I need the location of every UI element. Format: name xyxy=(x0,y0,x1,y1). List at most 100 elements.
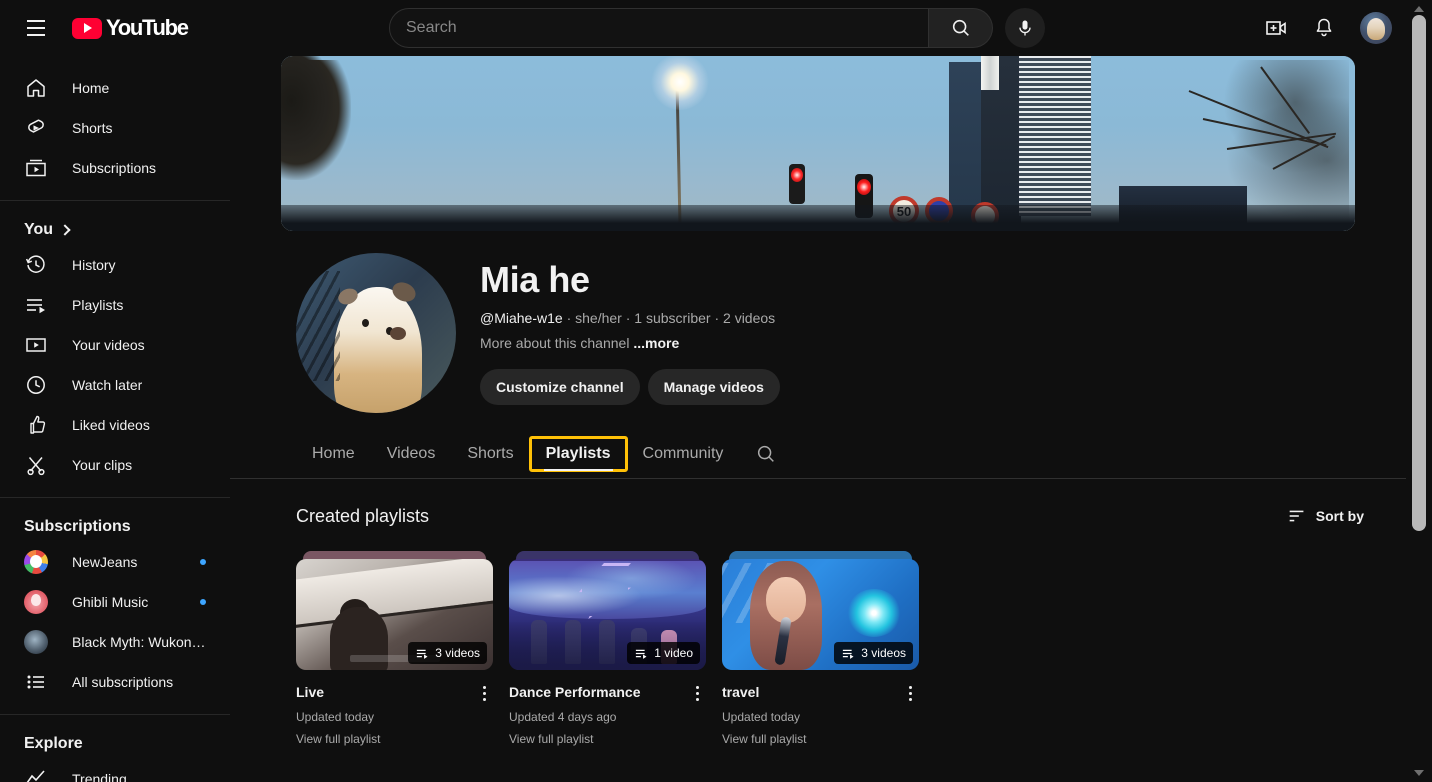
sidebar-divider-1 xyxy=(0,200,230,201)
avatar-nose xyxy=(390,327,406,340)
sort-icon xyxy=(1289,510,1304,522)
playlist-icon xyxy=(636,649,647,659)
shorts-icon xyxy=(24,116,48,140)
account-avatar[interactable] xyxy=(1360,12,1392,44)
page-scrollbar[interactable] xyxy=(1406,0,1432,782)
playlist-title[interactable]: Dance Performance xyxy=(509,682,688,702)
search-icon xyxy=(758,445,775,462)
sidebar-subscription-ghibli-music[interactable]: Ghibli Music xyxy=(12,582,218,622)
chevron-right-icon xyxy=(59,224,71,236)
sidebar-item-subscriptions[interactable]: Subscriptions xyxy=(12,148,218,188)
playlists-section-header: Created playlists Sort by xyxy=(230,479,1406,527)
playlist-more-options-icon[interactable] xyxy=(475,682,493,701)
search-box[interactable] xyxy=(389,8,929,48)
view-full-playlist-link[interactable]: View full playlist xyxy=(509,732,706,746)
channel-handle: @Miahe-w1e xyxy=(480,310,563,326)
sidebar-item-your-videos[interactable]: Your videos xyxy=(12,325,218,365)
create-video-button[interactable] xyxy=(1256,8,1296,48)
watch-later-icon xyxy=(24,373,48,397)
meta-sep-2: · xyxy=(621,310,635,326)
tab-home[interactable]: Home xyxy=(296,430,371,478)
view-full-playlist-link[interactable]: View full playlist xyxy=(296,732,493,746)
youtube-logo-text: YouTube xyxy=(106,15,189,40)
playlist-thumbnail-stack: 3 videos xyxy=(722,551,919,670)
thumbnail-dancer-1 xyxy=(531,620,547,664)
home-icon xyxy=(24,76,48,100)
playlist-thumbnail[interactable]: 3 videos xyxy=(722,559,919,670)
playlist-thumbnail-stack: 3 videos xyxy=(296,551,493,670)
voice-search-button[interactable] xyxy=(1005,8,1045,48)
channel-tab-search-button[interactable] xyxy=(739,443,793,465)
channel-description[interactable]: More about this channel ...more xyxy=(480,335,780,351)
black-myth-wukong-avatar xyxy=(24,630,48,654)
sidebar-item-watch-later[interactable]: Watch later xyxy=(12,365,218,405)
manage-videos-button[interactable]: Manage videos xyxy=(647,369,780,405)
sidebar-label: History xyxy=(72,257,116,273)
sidebar-item-liked-videos[interactable]: Liked videos xyxy=(12,405,218,445)
sidebar-item-playlists[interactable]: Playlists xyxy=(12,285,218,325)
history-icon xyxy=(24,253,48,277)
playlist-card-dance-performance[interactable]: 1 video Dance Performance Updated 4 days… xyxy=(509,551,706,746)
playlist-card-travel[interactable]: 3 videos travel Updated today View full … xyxy=(722,551,919,746)
playlist-thumbnail[interactable]: 1 video xyxy=(509,559,706,670)
tab-community[interactable]: Community xyxy=(627,430,740,478)
sidebar-label: Shorts xyxy=(72,120,113,136)
playlist-count-badge: 3 videos xyxy=(834,642,913,664)
section-title: Created playlists xyxy=(296,505,430,526)
channel-subscriber-count: 1 subscriber xyxy=(634,310,711,326)
avatar-background-stripes xyxy=(296,271,340,381)
youtube-logo[interactable]: YouTube xyxy=(72,15,189,41)
playlist-title[interactable]: Live xyxy=(296,682,475,702)
playlist-more-options-icon[interactable] xyxy=(901,682,919,701)
channel-meta: @Miahe-w1e · she/her · 1 subscriber · 2 … xyxy=(480,310,780,326)
playlist-more-options-icon[interactable] xyxy=(688,682,706,701)
playlist-updated: Updated 4 days ago xyxy=(509,710,617,724)
sort-by-button[interactable]: Sort by xyxy=(1286,505,1364,527)
playlist-title[interactable]: travel xyxy=(722,682,901,702)
banner-building-white-strip xyxy=(981,56,999,90)
channel-avatar[interactable] xyxy=(296,253,456,413)
sidebar: Home Shorts Subscriptions You History Pl… xyxy=(0,56,230,782)
your-clips-icon xyxy=(24,453,48,477)
tab-playlists[interactable]: Playlists xyxy=(528,436,628,472)
microphone-icon xyxy=(1019,20,1031,36)
sidebar-section-explore: Explore xyxy=(0,727,230,759)
sidebar-subscription-black-myth-wukong[interactable]: Black Myth: Wukon… xyxy=(12,622,218,662)
your-videos-icon xyxy=(24,333,48,357)
sidebar-item-all-subscriptions[interactable]: All subscriptions xyxy=(12,662,218,702)
scrollbar-arrow-down[interactable] xyxy=(1414,770,1424,776)
customize-channel-button[interactable]: Customize channel xyxy=(480,369,640,405)
playlist-card-live[interactable]: 3 videos Live Updated today View full pl… xyxy=(296,551,493,746)
sidebar-item-trending[interactable]: Trending xyxy=(12,759,218,782)
tab-videos[interactable]: Videos xyxy=(371,430,452,478)
channel-action-buttons: Customize channel Manage videos xyxy=(480,369,780,405)
search-input[interactable] xyxy=(406,19,928,37)
hamburger-menu-icon[interactable] xyxy=(16,8,56,48)
channel-header: Mia he @Miahe-w1e · she/her · 1 subscrib… xyxy=(230,231,1406,413)
notifications-button[interactable] xyxy=(1304,8,1344,48)
scrollbar-thumb[interactable] xyxy=(1412,15,1426,531)
avatar-eye-left xyxy=(362,319,369,327)
sidebar-item-history[interactable]: History xyxy=(12,245,218,285)
sidebar-subscription-newjeans[interactable]: NewJeans xyxy=(12,542,218,582)
sidebar-item-your-clips[interactable]: Your clips xyxy=(12,445,218,485)
sidebar-item-shorts[interactable]: Shorts xyxy=(12,108,218,148)
scrollbar-arrow-up[interactable] xyxy=(1414,6,1424,12)
thumbnail-dancer-3 xyxy=(599,620,615,664)
view-full-playlist-link[interactable]: View full playlist xyxy=(722,732,919,746)
playlist-count-text: 1 video xyxy=(654,646,693,660)
sidebar-item-home[interactable]: Home xyxy=(12,68,218,108)
channel-name: Mia he xyxy=(480,259,590,300)
channel-info: Mia he @Miahe-w1e · she/her · 1 subscrib… xyxy=(480,253,780,405)
sidebar-divider-3 xyxy=(0,714,230,715)
search-button[interactable] xyxy=(929,8,993,48)
tab-shorts[interactable]: Shorts xyxy=(451,430,529,478)
banner-streetlamp-glow xyxy=(651,56,709,110)
sidebar-section-you[interactable]: You xyxy=(0,213,230,245)
channel-banner[interactable]: 50 xyxy=(281,56,1355,231)
channel-more-link[interactable]: ...more xyxy=(633,335,679,351)
playlist-thumbnail[interactable]: 3 videos xyxy=(296,559,493,670)
banner-skyscraper xyxy=(1019,56,1091,216)
list-icon xyxy=(24,670,48,694)
sidebar-section-subscriptions-label: Subscriptions xyxy=(24,518,131,535)
